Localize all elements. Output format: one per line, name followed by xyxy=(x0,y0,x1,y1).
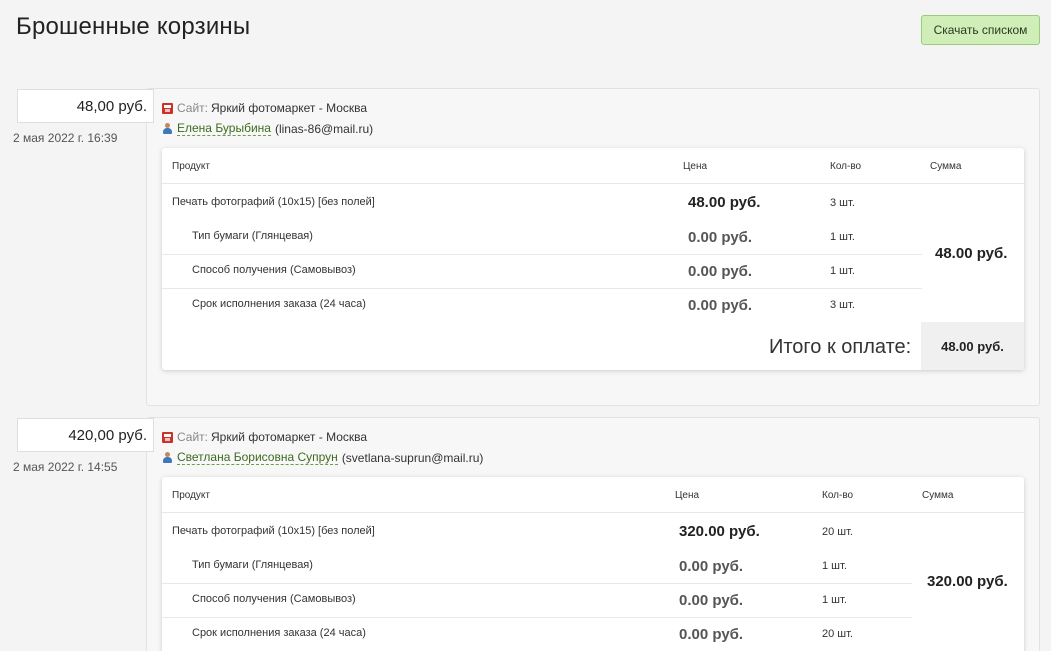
store-icon xyxy=(162,431,173,443)
product-qty: 3 шт. xyxy=(830,197,855,209)
customer-email: (linas-86@mail.ru) xyxy=(274,121,374,136)
cart-user-line: Светлана Борисовна Супрун (svetlana-supr… xyxy=(162,450,483,465)
table-row: Печать фотографий (10x15) [без полей] 48… xyxy=(162,185,922,219)
option-qty: 20 шт. xyxy=(822,628,853,640)
customer-name-link[interactable]: Светлана Борисовна Супрун xyxy=(177,450,338,465)
option-name: Способ получения (Самовывоз) xyxy=(192,593,356,605)
user-icon xyxy=(162,123,173,134)
option-name: Тип бумаги (Глянцевая) xyxy=(192,559,313,571)
column-sum: Сумма xyxy=(930,161,962,172)
row-sum: 320.00 руб. xyxy=(927,573,1008,590)
option-price: 0.00 руб. xyxy=(679,592,744,609)
column-product: Продукт xyxy=(172,490,210,501)
option-price: 0.00 руб. xyxy=(688,229,753,246)
option-qty: 1 шт. xyxy=(830,265,855,277)
column-price: Цена xyxy=(675,490,700,501)
table-row: Способ получения (Самовывоз) 0.00 руб. 1… xyxy=(162,253,922,287)
table-header: Продукт Цена Кол-во Сумма xyxy=(162,148,1024,184)
product-name: Печать фотографий (10x15) [без полей] xyxy=(172,525,375,537)
table-header: Продукт Цена Кол-во Сумма xyxy=(162,477,1024,513)
site-label: Сайт: xyxy=(177,101,209,115)
cart-site-line: Сайт: Яркий фотомаркет - Москва xyxy=(162,101,367,115)
customer-name-link[interactable]: Елена Бурыбина xyxy=(177,121,271,136)
table-row: Тип бумаги (Глянцевая) 0.00 руб. 1 шт. xyxy=(162,548,912,582)
site-name: Яркий фотомаркет - Москва xyxy=(211,101,368,115)
site-label: Сайт: xyxy=(177,430,209,444)
order-table: Продукт Цена Кол-во Сумма Печать фотогра… xyxy=(162,477,1024,651)
option-price: 0.00 руб. xyxy=(679,558,744,575)
total-amount: 48.00 руб. xyxy=(921,322,1024,370)
table-row: Срок исполнения заказа (24 часа) 0.00 ру… xyxy=(162,287,922,321)
cart-amount: 420,00 руб. xyxy=(17,418,154,452)
table-row: Срок исполнения заказа (24 часа) 0.00 ру… xyxy=(162,616,912,650)
cart-amount: 48,00 руб. xyxy=(17,89,154,123)
option-qty: 3 шт. xyxy=(830,299,855,311)
option-name: Срок исполнения заказа (24 часа) xyxy=(192,298,366,310)
option-qty: 1 шт. xyxy=(830,231,855,243)
option-qty: 1 шт. xyxy=(822,560,847,572)
store-icon xyxy=(162,102,173,114)
row-sum: 48.00 руб. xyxy=(935,245,1008,262)
customer-email: (svetlana-suprun@mail.ru) xyxy=(341,450,484,465)
column-qty: Кол-во xyxy=(822,490,854,501)
option-name: Тип бумаги (Глянцевая) xyxy=(192,230,313,242)
site-name: Яркий фотомаркет - Москва xyxy=(211,430,368,444)
option-name: Срок исполнения заказа (24 часа) xyxy=(192,627,366,639)
column-qty: Кол-во xyxy=(830,161,862,172)
total-label: Итого к оплате: xyxy=(769,336,912,358)
cart-user-line: Елена Бурыбина (linas-86@mail.ru) xyxy=(162,121,373,136)
option-name: Способ получения (Самовывоз) xyxy=(192,264,356,276)
column-price: Цена xyxy=(683,161,708,172)
table-row: Тип бумаги (Глянцевая) 0.00 руб. 1 шт. xyxy=(162,219,922,253)
product-name: Печать фотографий (10x15) [без полей] xyxy=(172,196,375,208)
column-product: Продукт xyxy=(172,161,210,172)
download-list-button[interactable]: Скачать списком xyxy=(921,15,1040,45)
product-qty: 20 шт. xyxy=(822,526,853,538)
table-row: Способ получения (Самовывоз) 0.00 руб. 1… xyxy=(162,582,912,616)
user-icon xyxy=(162,452,173,463)
cart-date: 2 мая 2022 г. 16:39 xyxy=(13,131,118,145)
option-price: 0.00 руб. xyxy=(688,297,753,314)
product-price: 48.00 руб. xyxy=(688,194,761,211)
cart-date: 2 мая 2022 г. 14:55 xyxy=(13,460,118,474)
column-sum: Сумма xyxy=(922,490,954,501)
cart-site-line: Сайт: Яркий фотомаркет - Москва xyxy=(162,430,367,444)
table-row: Печать фотографий (10x15) [без полей] 32… xyxy=(162,514,912,548)
page-title: Брошенные корзины xyxy=(16,13,251,40)
order-table: Продукт Цена Кол-во Сумма Печать фотогра… xyxy=(162,148,1024,370)
option-price: 0.00 руб. xyxy=(679,626,744,643)
product-price: 320.00 руб. xyxy=(679,523,760,540)
option-qty: 1 шт. xyxy=(822,594,847,606)
option-price: 0.00 руб. xyxy=(688,263,753,280)
